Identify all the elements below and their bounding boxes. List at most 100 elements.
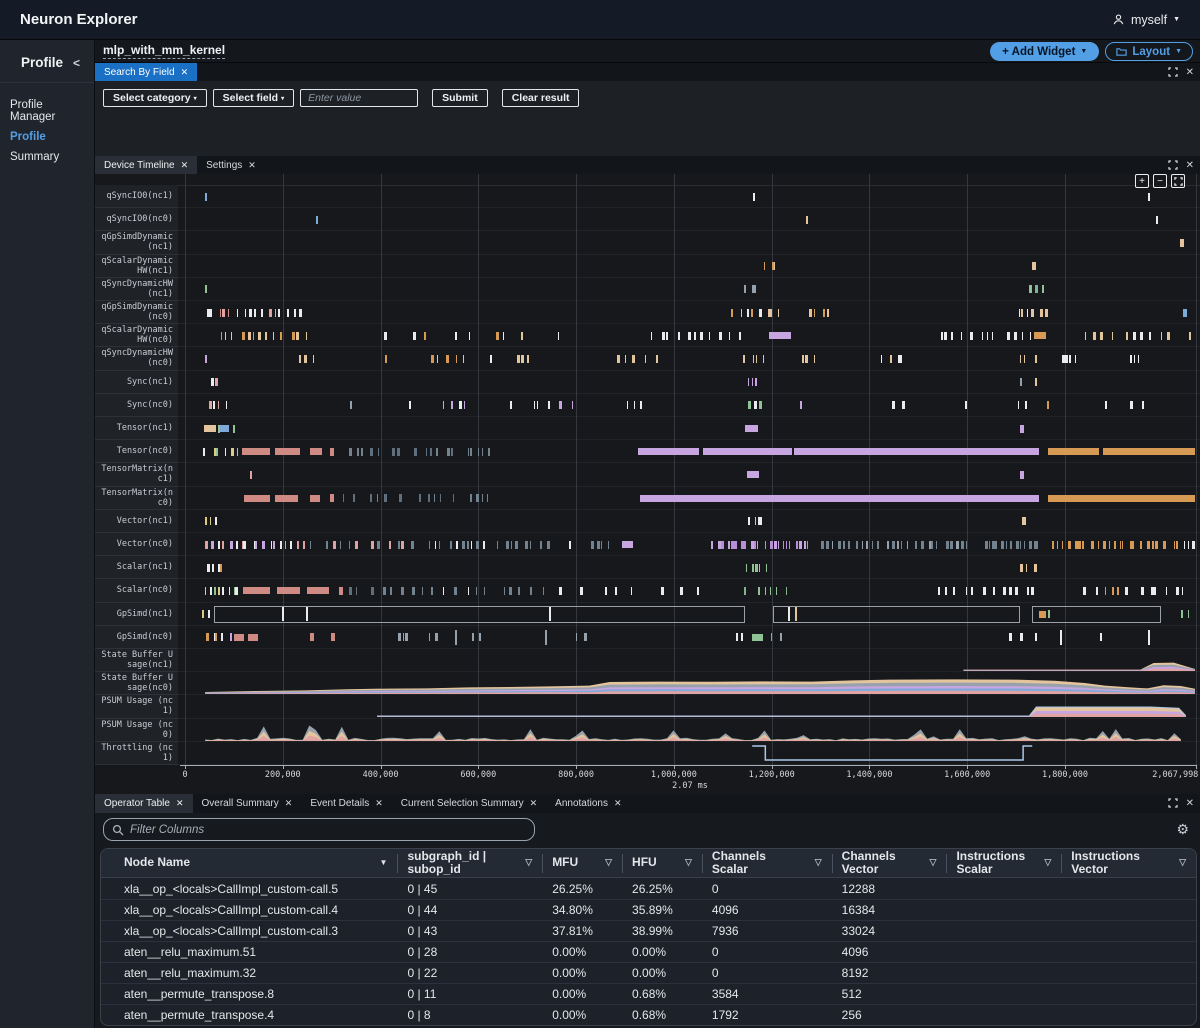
- timeline-event[interactable]: [203, 448, 205, 456]
- expand-widget-icon[interactable]: [1168, 160, 1178, 170]
- timeline-event[interactable]: [476, 541, 479, 549]
- timeline-event[interactable]: [1015, 587, 1018, 595]
- timeline-event[interactable]: [467, 541, 469, 549]
- timeline-event[interactable]: [530, 541, 531, 549]
- timeline-event[interactable]: [709, 332, 710, 340]
- timeline-event[interactable]: [207, 564, 210, 572]
- timeline-event[interactable]: [617, 355, 620, 363]
- timeline-event[interactable]: [230, 633, 232, 641]
- timeline-event[interactable]: [640, 401, 642, 409]
- timeline-event[interactable]: [1188, 541, 1189, 549]
- timeline-event[interactable]: [1021, 309, 1023, 317]
- timeline-event[interactable]: [1100, 332, 1103, 340]
- timeline-event[interactable]: [794, 448, 1040, 455]
- clear-result-button[interactable]: Clear result: [502, 89, 580, 107]
- timeline-event[interactable]: [228, 309, 229, 317]
- timeline-event[interactable]: [254, 309, 256, 317]
- tab-current-selection-summary[interactable]: Current Selection Summary ✕: [392, 794, 546, 813]
- sidebar-item-profile-manager[interactable]: Profile Manager: [0, 95, 94, 127]
- timeline-event[interactable]: [1031, 309, 1034, 317]
- timeline-lane[interactable]: [178, 185, 1200, 208]
- timeline-event[interactable]: [287, 309, 289, 317]
- timeline-event[interactable]: [1024, 355, 1025, 363]
- timeline-event[interactable]: [645, 355, 646, 363]
- timeline-event[interactable]: [661, 587, 664, 595]
- timeline-event[interactable]: [307, 587, 328, 594]
- timeline-event[interactable]: [476, 494, 479, 502]
- timeline-event[interactable]: [892, 401, 895, 409]
- timeline-event[interactable]: [814, 355, 815, 363]
- timeline-event[interactable]: [436, 448, 438, 456]
- timeline-event[interactable]: [424, 332, 426, 340]
- timeline-event[interactable]: [1082, 541, 1084, 549]
- timeline-event[interactable]: [422, 587, 423, 595]
- timeline-lane[interactable]: [178, 579, 1200, 602]
- timeline-event[interactable]: [413, 332, 416, 340]
- timeline-event[interactable]: [1020, 378, 1022, 386]
- timeline-event[interactable]: [401, 587, 404, 595]
- timeline-event[interactable]: [306, 332, 307, 340]
- timeline-event[interactable]: [1069, 355, 1071, 363]
- timeline-event[interactable]: [218, 541, 220, 549]
- timeline-event[interactable]: [901, 355, 902, 363]
- timeline-event[interactable]: [547, 541, 550, 549]
- timeline-event[interactable]: [632, 355, 635, 363]
- timeline-event[interactable]: [281, 332, 282, 340]
- timeline-event[interactable]: [534, 401, 535, 409]
- timeline-event[interactable]: [898, 355, 901, 363]
- timeline-event[interactable]: [780, 633, 782, 641]
- close-widget-icon[interactable]: ✕: [1186, 798, 1194, 809]
- timeline-event[interactable]: [1149, 332, 1151, 340]
- filter-columns-input[interactable]: [130, 824, 526, 836]
- timeline-event[interactable]: [770, 587, 771, 595]
- timeline-event[interactable]: [463, 355, 464, 363]
- timeline-event[interactable]: [211, 541, 214, 549]
- timeline-event[interactable]: [1100, 633, 1102, 641]
- timeline-event[interactable]: [945, 587, 947, 595]
- timeline-event[interactable]: [419, 494, 421, 502]
- timeline-event[interactable]: [273, 332, 274, 340]
- timeline-event[interactable]: [220, 564, 222, 572]
- timeline-event[interactable]: [1085, 332, 1086, 340]
- timeline-event[interactable]: [827, 309, 829, 317]
- timeline-event[interactable]: [1125, 587, 1128, 595]
- timeline-event[interactable]: [390, 587, 392, 595]
- timeline-event[interactable]: [1117, 587, 1119, 595]
- timeline-event[interactable]: [752, 634, 763, 641]
- timeline-event[interactable]: [748, 378, 749, 386]
- timeline-event[interactable]: [258, 332, 261, 340]
- timeline-event[interactable]: [429, 633, 430, 641]
- timeline-event[interactable]: [739, 332, 741, 340]
- timeline-event[interactable]: [278, 309, 280, 317]
- timeline-event[interactable]: [1003, 587, 1006, 595]
- timeline-event[interactable]: [326, 541, 328, 549]
- timeline-lane[interactable]: [178, 324, 1200, 347]
- timeline-event[interactable]: [558, 332, 559, 340]
- timeline-event[interactable]: [1022, 517, 1026, 525]
- timeline-event[interactable]: [783, 541, 784, 549]
- timeline-event[interactable]: [897, 541, 899, 549]
- timeline-event[interactable]: [1042, 285, 1044, 293]
- timeline-event[interactable]: [1140, 541, 1142, 549]
- filter-icon[interactable]: ▽: [815, 858, 822, 868]
- close-icon[interactable]: ✕: [614, 798, 622, 809]
- timeline-event[interactable]: [1130, 355, 1132, 363]
- timeline-event[interactable]: [1009, 633, 1012, 641]
- timeline-event[interactable]: [409, 401, 411, 409]
- close-icon[interactable]: ✕: [248, 160, 256, 171]
- timeline-event[interactable]: [469, 332, 470, 340]
- timeline-event[interactable]: [220, 309, 221, 317]
- timeline-event[interactable]: [443, 401, 444, 409]
- timeline-event[interactable]: [615, 587, 617, 595]
- timeline-event[interactable]: [1020, 564, 1023, 572]
- timeline-event[interactable]: [464, 401, 465, 409]
- timeline-event[interactable]: [431, 355, 434, 363]
- timeline-event[interactable]: [462, 541, 465, 549]
- close-icon[interactable]: ✕: [181, 160, 189, 171]
- timeline-event[interactable]: [890, 355, 892, 363]
- timeline-event[interactable]: [1161, 332, 1162, 340]
- timeline-event[interactable]: [966, 587, 967, 595]
- timeline-event[interactable]: [447, 448, 450, 456]
- timeline-event[interactable]: [299, 355, 301, 363]
- timeline-event[interactable]: [233, 425, 235, 433]
